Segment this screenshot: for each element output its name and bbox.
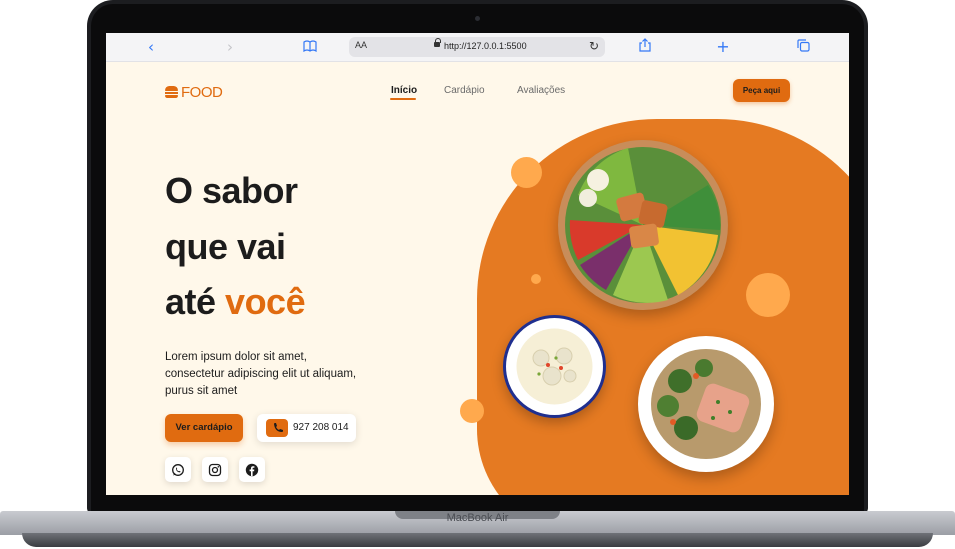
- hero-title-accent: você: [225, 281, 306, 322]
- browser-toolbar: ‹ › AA http://127.0.0.1:5500 ↻ +: [106, 33, 849, 62]
- hero-title-prefix: até: [165, 281, 216, 322]
- nav-active-indicator: [390, 98, 416, 100]
- nav-avaliacoes[interactable]: Avaliações: [517, 85, 565, 96]
- facebook-icon: [245, 463, 259, 477]
- screen-bottom-bezel: [106, 495, 849, 505]
- share-icon[interactable]: [637, 38, 653, 56]
- hero-title-line-1: O sabor: [165, 170, 298, 211]
- url-field[interactable]: AA http://127.0.0.1:5500 ↻: [349, 37, 605, 57]
- tabs-icon[interactable]: [795, 38, 811, 56]
- hero-description: Lorem ipsum dolor sit amet, consectetur …: [165, 351, 357, 397]
- decor-bubble: [460, 399, 484, 423]
- phone-number: 927 208 014: [293, 422, 349, 433]
- decor-bubble: [531, 274, 541, 284]
- whatsapp-icon: [172, 464, 184, 476]
- whatsapp-button[interactable]: [165, 457, 191, 482]
- hero-title-line-3: até você: [165, 281, 306, 323]
- url-text: http://127.0.0.1:5500: [444, 41, 527, 51]
- laptop-base-bottom: [22, 533, 933, 547]
- nav-cardapio[interactable]: Cardápio: [444, 85, 485, 96]
- ceviche-plate-image: [503, 315, 606, 418]
- text-size-button[interactable]: AA: [355, 40, 367, 50]
- order-button[interactable]: Peça aqui: [733, 79, 790, 102]
- menu-button[interactable]: Ver cardápio: [165, 414, 243, 442]
- camera-dot: [475, 16, 480, 21]
- nav-inicio[interactable]: Início: [391, 85, 417, 96]
- decor-bubble: [746, 273, 790, 317]
- burger-icon: [165, 86, 178, 98]
- reload-icon[interactable]: ↻: [589, 39, 599, 53]
- forward-icon[interactable]: ›: [223, 38, 237, 56]
- bookmarks-icon[interactable]: [302, 38, 318, 56]
- back-icon[interactable]: ‹: [144, 38, 158, 56]
- logo-text: FOOD: [181, 83, 223, 101]
- device-label: MacBook Air: [446, 512, 509, 524]
- hero-title-line-2: que vai: [165, 226, 286, 267]
- screen: ‹ › AA http://127.0.0.1:5500 ↻ + FOOD In…: [106, 33, 849, 495]
- laptop-mockup: ‹ › AA http://127.0.0.1:5500 ↻ + FOOD In…: [0, 0, 955, 549]
- instagram-icon: [208, 463, 222, 477]
- salad-bowl-image: [558, 140, 728, 310]
- salmon-plate-image: [638, 336, 774, 472]
- new-tab-icon[interactable]: +: [716, 38, 730, 56]
- phone-icon: [266, 419, 288, 437]
- phone-button[interactable]: 927 208 014: [257, 414, 356, 442]
- site-logo[interactable]: FOOD: [165, 83, 223, 101]
- facebook-button[interactable]: [239, 457, 265, 482]
- instagram-button[interactable]: [202, 457, 228, 482]
- lock-icon: [434, 38, 441, 47]
- decor-bubble: [511, 157, 542, 188]
